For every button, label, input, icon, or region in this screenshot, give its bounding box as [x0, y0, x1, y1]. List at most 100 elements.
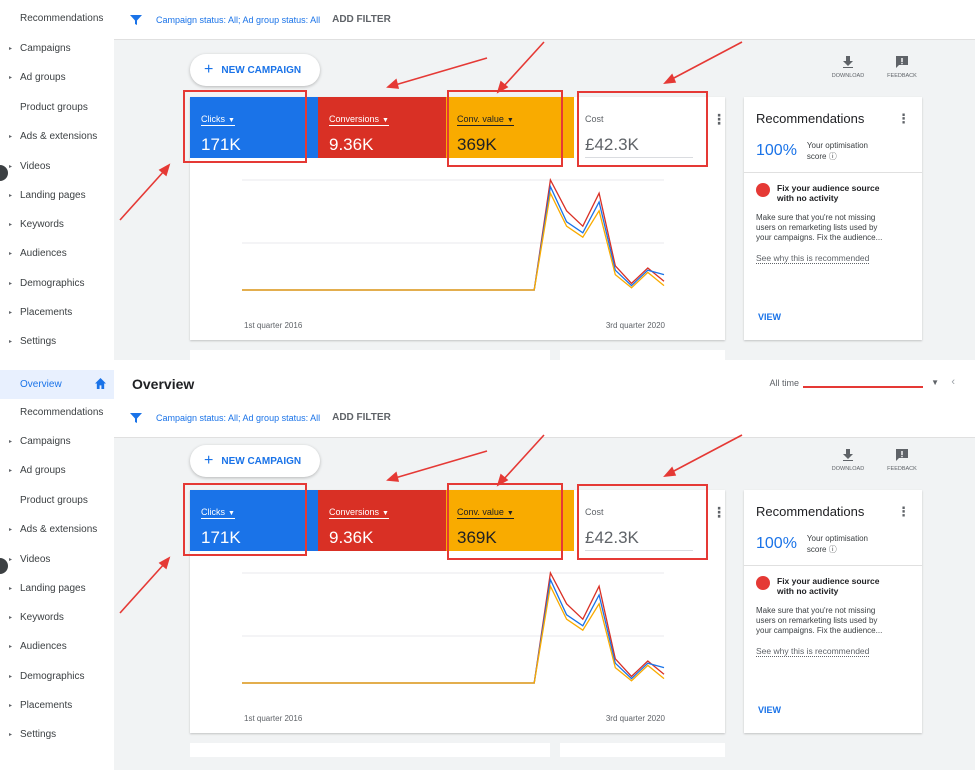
help-icon[interactable]: ⓘ — [829, 545, 837, 554]
see-why-link[interactable]: See why this is recommended — [756, 646, 870, 657]
sidebar-item-recommendations[interactable]: Recommendations — [0, 398, 114, 427]
home-icon — [95, 378, 106, 389]
feedback-button[interactable]: FEEDBACK — [884, 449, 920, 472]
sidebar-item-audiences[interactable]: ▸ Audiences — [0, 632, 114, 661]
sidebar-item-recommendations[interactable]: Recommendations — [0, 4, 114, 33]
more-options-icon[interactable]: ⋮ — [897, 504, 910, 520]
sidebar-item-videos[interactable]: ▸ Videos — [0, 152, 114, 181]
download-button[interactable]: DOWNLOAD — [830, 449, 866, 472]
sidebar-item-campaigns[interactable]: ▸ Campaigns — [0, 427, 114, 456]
title-bar: Overview All time ▼ ‹ — [114, 370, 975, 398]
sidebar-item-keywords[interactable]: ▸ Keywords — [0, 210, 114, 239]
add-filter-button[interactable]: ADD FILTER — [332, 14, 391, 25]
series-line-0 — [242, 570, 665, 684]
sidebar-item-settings[interactable]: ▸ Settings — [0, 327, 114, 356]
sidebar-item-placements[interactable]: ▸ Placements — [0, 691, 114, 720]
performance-card: Clicks ▼ 171K Conversions ▼ 9.36K Conv. va… — [190, 490, 726, 733]
clicks-value: 171K — [201, 135, 241, 154]
redacted-date-range — [803, 380, 923, 388]
sidebar-item-ad-groups[interactable]: ▸ Ad groups — [0, 456, 114, 485]
feedback-icon — [896, 449, 908, 461]
filter-status[interactable]: Campaign status: All; Ad group status: A… — [156, 15, 320, 25]
conversions-value: 9.36K — [329, 528, 374, 547]
cost-value: £42.3K — [585, 135, 639, 154]
x-axis-end-label: 3rd quarter 2020 — [605, 714, 665, 723]
help-icon[interactable]: ⓘ — [829, 152, 837, 161]
filter-bar: Campaign status: All; Ad group status: A… — [114, 398, 975, 438]
sidebar-item-campaigns[interactable]: ▸ Campaigns — [0, 34, 114, 63]
sidebar-item-landing-pages[interactable]: ▸ Landing pages — [0, 574, 114, 603]
feedback-button[interactable]: FEEDBACK — [884, 56, 920, 79]
optimisation-score: 100% — [756, 535, 797, 552]
recommendations-title: Recommendations — [756, 504, 865, 519]
plus-icon: + — [204, 452, 214, 469]
recommendation-description: Make sure that you're not missing users o… — [756, 606, 883, 635]
conv-value-value: 369K — [457, 528, 497, 547]
series-line-0 — [242, 177, 665, 291]
add-filter-button[interactable]: ADD FILTER — [332, 412, 391, 423]
sidebar-item-settings[interactable]: ▸ Settings — [0, 720, 114, 749]
dropdown-arrow-icon: ▼ — [382, 117, 389, 124]
recommendations-card: Recommendations ⋮ 100% Your optimisation… — [744, 97, 922, 340]
screenshot-bottom: Overview Recommendations ▸ Campaigns ▸ Ad … — [0, 370, 975, 773]
optimisation-score: 100% — [756, 142, 797, 159]
sidebar-item-landing-pages[interactable]: ▸ Landing pages — [0, 181, 114, 210]
wrench-icon — [756, 576, 770, 590]
cost-value: £42.3K — [585, 528, 639, 547]
metric-cost[interactable]: Cost £42.3K — [574, 490, 699, 551]
dropdown-arrow-icon: ▼ — [506, 510, 514, 517]
page-title: Overview — [132, 376, 195, 392]
new-campaign-button[interactable]: + NEW CAMPAIGN — [190, 445, 320, 477]
performance-chart — [242, 177, 665, 291]
more-options-icon[interactable]: ⋮ — [897, 111, 910, 127]
feedback-icon — [896, 56, 908, 68]
clicks-value: 171K — [201, 528, 241, 547]
dropdown-arrow-icon: ▼ — [228, 510, 235, 517]
x-axis-end-label: 3rd quarter 2020 — [605, 321, 665, 330]
sidebar-item-demographics[interactable]: ▸ Demographics — [0, 269, 114, 298]
more-options-icon[interactable]: ⋮ — [712, 504, 726, 521]
filter-icon[interactable] — [130, 14, 142, 26]
metric-clicks[interactable]: Clicks ▼ 171K — [190, 490, 318, 551]
conv-value-value: 369K — [457, 135, 497, 154]
metric-conversions[interactable]: Conversions ▼ 9.36K — [318, 490, 446, 551]
wrench-icon — [756, 183, 770, 197]
recommendations-title: Recommendations — [756, 111, 865, 126]
metric-conv-value[interactable]: Conv. value ▼ 369K — [446, 97, 574, 158]
metric-conv-value[interactable]: Conv. value ▼ 369K — [446, 490, 574, 551]
download-button[interactable]: DOWNLOAD — [830, 56, 866, 79]
date-range[interactable]: All time — [769, 378, 923, 388]
view-button[interactable]: VIEW — [758, 312, 781, 322]
sidebar-item-ads-extensions[interactable]: ▸ Ads & extensions — [0, 122, 114, 151]
sidebar-item-ad-groups[interactable]: ▸ Ad groups — [0, 63, 114, 92]
sidebar-item-placements[interactable]: ▸ Placements — [0, 298, 114, 327]
download-icon — [843, 449, 853, 461]
filter-bar: Campaign status: All; Ad group status: A… — [114, 0, 975, 40]
sidebar-item-product-groups[interactable]: Product groups — [0, 486, 114, 515]
see-why-link[interactable]: See why this is recommended — [756, 253, 870, 264]
recommendation-description: Make sure that you're not missing users o… — [756, 213, 883, 242]
chevron-down-icon[interactable]: ▼ — [931, 378, 939, 387]
plus-icon: + — [204, 61, 214, 78]
performance-chart — [242, 570, 665, 684]
metric-conversions[interactable]: Conversions ▼ 9.36K — [318, 97, 446, 158]
sidebar-item-videos[interactable]: ▸ Videos — [0, 545, 114, 574]
main-content: Campaign status: All; Ad group status: A… — [114, 0, 975, 360]
filter-status[interactable]: Campaign status: All; Ad group status: A… — [156, 413, 320, 423]
sidebar-item-keywords[interactable]: ▸ Keywords — [0, 603, 114, 632]
metric-clicks[interactable]: Clicks ▼ 171K — [190, 97, 318, 158]
sidebar-item-audiences[interactable]: ▸ Audiences — [0, 239, 114, 268]
filter-icon[interactable] — [130, 412, 142, 424]
dropdown-arrow-icon: ▼ — [382, 510, 389, 517]
new-campaign-button[interactable]: + NEW CAMPAIGN — [190, 54, 320, 86]
more-options-icon[interactable]: ⋮ — [712, 111, 726, 128]
sidebar-item-ads-extensions[interactable]: ▸ Ads & extensions — [0, 515, 114, 544]
main-content: Overview All time ▼ ‹ Campaign status: A… — [114, 370, 975, 770]
sidebar-item-product-groups[interactable]: Product groups — [0, 93, 114, 122]
sidebar: Recommendations ▸ Campaigns ▸ Ad groups Pr… — [0, 0, 114, 360]
view-button[interactable]: VIEW — [758, 705, 781, 715]
sidebar-item-demographics[interactable]: ▸ Demographics — [0, 662, 114, 691]
metric-cost[interactable]: Cost £42.3K — [574, 97, 699, 158]
sidebar-item-overview[interactable]: Overview — [0, 370, 114, 399]
chevron-left-icon[interactable]: ‹ — [951, 376, 955, 388]
